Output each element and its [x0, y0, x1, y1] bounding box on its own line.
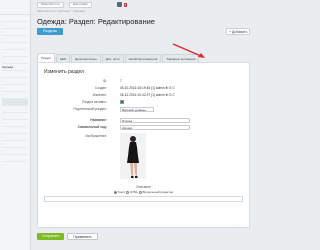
- sidebar-item[interactable]: [2, 106, 28, 113]
- name-field[interactable]: Платья: [120, 117, 190, 123]
- red-arrow-icon: [172, 43, 205, 58]
- row-parent: Родительский раздел: Верхний уровень: [38, 106, 249, 112]
- type-text-radio[interactable]: [113, 190, 117, 194]
- sidebar-item[interactable]: [2, 71, 28, 78]
- avatar[interactable]: [116, 2, 122, 7]
- site-label: Рабочий стол: [41, 2, 60, 6]
- page-title: Одежда: Раздел: Редактирование: [37, 17, 155, 26]
- id-label: ID:: [102, 79, 107, 83]
- settings-button[interactable]: Настройки: [68, 1, 92, 8]
- apply-button[interactable]: Применить: [67, 232, 98, 240]
- row-active: Раздел активен:: [38, 99, 249, 105]
- name-field-value: Платья: [122, 118, 133, 123]
- row-modified: Изменен: 06.12.2016 10:42:27 [1] admin f…: [38, 92, 249, 98]
- row-created: Создан: 06.10.2016 16:19:45 [1] admin fb…: [38, 85, 249, 91]
- notifications[interactable]: 5: [116, 2, 128, 7]
- sidebar-item[interactable]: [2, 36, 28, 43]
- tab-element-properties[interactable]: Свойства элементов: [124, 54, 162, 62]
- parent-label: Родительский раздел:: [73, 107, 107, 111]
- notification-badge: 5: [123, 2, 128, 7]
- sidebar-item[interactable]: [2, 99, 28, 106]
- sidebar-item[interactable]: [2, 134, 28, 141]
- row-code: Символьный код: dresses: [38, 124, 249, 130]
- active-checkbox-wrap: [120, 99, 124, 105]
- parent-select-value: Верхний уровень: [122, 107, 146, 112]
- code-field-value: dresses: [122, 125, 133, 130]
- tab-bar: Раздел SEO Дополнительно Доп. поля Свойс…: [37, 53, 250, 62]
- bottom-actions: Сохранить Применить: [37, 229, 250, 243]
- sidebar-item[interactable]: [2, 127, 28, 134]
- code-field[interactable]: dresses: [120, 124, 190, 130]
- code-label: Символьный код:: [77, 125, 107, 129]
- description-type-toggle: Текст HTML Визуальный редактор: [38, 190, 249, 194]
- sidebar-item[interactable]: [2, 78, 28, 85]
- type-text-label: Текст: [117, 190, 126, 194]
- sidebar-item[interactable]: [2, 29, 28, 36]
- section-image[interactable]: [120, 133, 146, 179]
- sidebar-item[interactable]: [2, 141, 28, 148]
- sidebar-item[interactable]: [2, 22, 28, 29]
- sidebar-item[interactable]: Одежда: [2, 64, 28, 71]
- type-visual-label: Визуальный редактор: [142, 190, 174, 194]
- sections-button[interactable]: Разделы: [37, 28, 63, 35]
- image-label: Изображение:: [85, 134, 107, 138]
- row-name: Название: Платья: [38, 117, 249, 123]
- tab-additional[interactable]: Дополнительно: [71, 54, 101, 62]
- active-label: Раздел активен:: [82, 100, 107, 104]
- sidebar-item[interactable]: [2, 92, 28, 99]
- code-field-wrap: dresses: [120, 124, 190, 130]
- id-value: 7: [120, 79, 122, 83]
- add-button[interactable]: + Добавить: [226, 28, 250, 35]
- main-area: Рабочий стол Настройки 5 Рабочий стол > …: [31, 0, 250, 250]
- active-checkbox[interactable]: [120, 100, 124, 105]
- panel-title: Изменить раздел: [44, 69, 85, 75]
- parent-select-wrap: Верхний уровень: [120, 106, 154, 112]
- sidebar-header: [0, 0, 30, 15]
- tab-section[interactable]: Раздел: [37, 53, 55, 62]
- save-button[interactable]: Сохранить: [37, 232, 65, 240]
- created-value: 06.10.2016 16:19:45 [1] admin fb S C: [120, 86, 175, 90]
- modified-label: Изменен:: [92, 93, 107, 97]
- description-heading: Описание: [136, 185, 151, 189]
- settings-label: Настройки: [72, 2, 88, 6]
- name-field-wrap: Платья: [120, 117, 190, 123]
- modified-value: 06.12.2016 10:42:27 [1] admin fb S C: [120, 93, 175, 97]
- sidebar-item[interactable]: [2, 15, 28, 22]
- sidebar-item[interactable]: [2, 50, 28, 57]
- sidebar-item[interactable]: [2, 155, 28, 162]
- tab-seo[interactable]: SEO: [55, 54, 71, 62]
- sidebar: Одежда: [0, 0, 31, 250]
- description-textarea[interactable]: [44, 196, 243, 202]
- sidebar-items: Одежда: [0, 15, 30, 162]
- parent-select[interactable]: Верхний уровень: [120, 106, 154, 112]
- sidebar-item[interactable]: [2, 120, 28, 127]
- sidebar-item[interactable]: [2, 148, 28, 155]
- name-label: Название:: [90, 118, 107, 122]
- type-visual-radio[interactable]: [138, 190, 142, 194]
- created-label: Создан:: [94, 86, 107, 90]
- tab-extra-fields[interactable]: Доп. поля: [101, 54, 124, 62]
- edit-panel: Изменить раздел ID: 7 Создан: 06.10.2016…: [37, 62, 250, 228]
- type-html-label: HTML: [129, 190, 138, 194]
- site-button[interactable]: Рабочий стол: [37, 1, 64, 8]
- top-bar: Рабочий стол Настройки 5: [31, 0, 250, 9]
- sidebar-item[interactable]: [2, 57, 28, 64]
- type-html-radio[interactable]: [126, 190, 130, 194]
- sidebar-item[interactable]: [2, 43, 28, 50]
- action-bar: Разделы + Добавить: [31, 27, 250, 37]
- row-id: ID: 7: [38, 78, 249, 84]
- sidebar-item[interactable]: [2, 113, 28, 120]
- sidebar-item[interactable]: [2, 85, 28, 92]
